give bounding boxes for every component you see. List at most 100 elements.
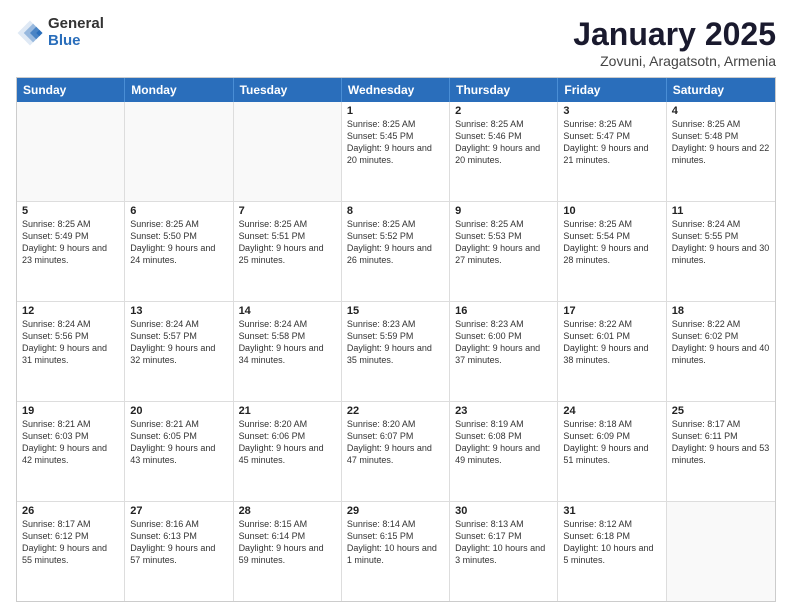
- cell-info: Sunrise: 8:14 AM Sunset: 6:15 PM Dayligh…: [347, 518, 444, 567]
- calendar-cell: 24Sunrise: 8:18 AM Sunset: 6:09 PM Dayli…: [558, 402, 666, 501]
- day-number: 9: [455, 205, 552, 217]
- day-number: 21: [239, 405, 336, 417]
- cell-info: Sunrise: 8:21 AM Sunset: 6:03 PM Dayligh…: [22, 418, 119, 467]
- calendar-cell: 16Sunrise: 8:23 AM Sunset: 6:00 PM Dayli…: [450, 302, 558, 401]
- day-number: 30: [455, 505, 552, 517]
- calendar-cell: 21Sunrise: 8:20 AM Sunset: 6:06 PM Dayli…: [234, 402, 342, 501]
- calendar-cell: 28Sunrise: 8:15 AM Sunset: 6:14 PM Dayli…: [234, 502, 342, 601]
- title-block: January 2025 Zovuni, Aragatsotn, Armenia: [573, 16, 776, 69]
- day-number: 3: [563, 105, 660, 117]
- calendar-cell: 2Sunrise: 8:25 AM Sunset: 5:46 PM Daylig…: [450, 102, 558, 201]
- logo-blue-text: Blue: [48, 33, 104, 50]
- day-number: 22: [347, 405, 444, 417]
- logo: General Blue: [16, 16, 104, 49]
- logo-general-text: General: [48, 16, 104, 33]
- calendar-row-5: 26Sunrise: 8:17 AM Sunset: 6:12 PM Dayli…: [17, 501, 775, 601]
- cell-info: Sunrise: 8:25 AM Sunset: 5:48 PM Dayligh…: [672, 118, 770, 167]
- day-number: 29: [347, 505, 444, 517]
- cell-info: Sunrise: 8:19 AM Sunset: 6:08 PM Dayligh…: [455, 418, 552, 467]
- day-number: 15: [347, 305, 444, 317]
- cell-info: Sunrise: 8:25 AM Sunset: 5:50 PM Dayligh…: [130, 218, 227, 267]
- cell-info: Sunrise: 8:15 AM Sunset: 6:14 PM Dayligh…: [239, 518, 336, 567]
- cell-info: Sunrise: 8:24 AM Sunset: 5:56 PM Dayligh…: [22, 318, 119, 367]
- calendar-row-1: 1Sunrise: 8:25 AM Sunset: 5:45 PM Daylig…: [17, 102, 775, 201]
- day-number: 5: [22, 205, 119, 217]
- day-number: 12: [22, 305, 119, 317]
- cell-info: Sunrise: 8:23 AM Sunset: 5:59 PM Dayligh…: [347, 318, 444, 367]
- cell-info: Sunrise: 8:25 AM Sunset: 5:52 PM Dayligh…: [347, 218, 444, 267]
- header: General Blue January 2025 Zovuni, Aragat…: [16, 16, 776, 69]
- day-number: 7: [239, 205, 336, 217]
- header-thursday: Thursday: [450, 78, 558, 102]
- day-number: 13: [130, 305, 227, 317]
- calendar-cell: 30Sunrise: 8:13 AM Sunset: 6:17 PM Dayli…: [450, 502, 558, 601]
- cell-info: Sunrise: 8:24 AM Sunset: 5:55 PM Dayligh…: [672, 218, 770, 267]
- calendar: Sunday Monday Tuesday Wednesday Thursday…: [16, 77, 776, 602]
- cell-info: Sunrise: 8:25 AM Sunset: 5:46 PM Dayligh…: [455, 118, 552, 167]
- calendar-cell: 18Sunrise: 8:22 AM Sunset: 6:02 PM Dayli…: [667, 302, 775, 401]
- calendar-cell: 29Sunrise: 8:14 AM Sunset: 6:15 PM Dayli…: [342, 502, 450, 601]
- day-number: 28: [239, 505, 336, 517]
- calendar-row-2: 5Sunrise: 8:25 AM Sunset: 5:49 PM Daylig…: [17, 201, 775, 301]
- cell-info: Sunrise: 8:22 AM Sunset: 6:01 PM Dayligh…: [563, 318, 660, 367]
- day-number: 8: [347, 205, 444, 217]
- day-number: 27: [130, 505, 227, 517]
- header-sunday: Sunday: [17, 78, 125, 102]
- cell-info: Sunrise: 8:20 AM Sunset: 6:06 PM Dayligh…: [239, 418, 336, 467]
- logo-icon: [16, 19, 44, 47]
- cell-info: Sunrise: 8:25 AM Sunset: 5:54 PM Dayligh…: [563, 218, 660, 267]
- day-number: 23: [455, 405, 552, 417]
- calendar-cell: 20Sunrise: 8:21 AM Sunset: 6:05 PM Dayli…: [125, 402, 233, 501]
- calendar-cell: 7Sunrise: 8:25 AM Sunset: 5:51 PM Daylig…: [234, 202, 342, 301]
- cell-info: Sunrise: 8:25 AM Sunset: 5:47 PM Dayligh…: [563, 118, 660, 167]
- cell-info: Sunrise: 8:20 AM Sunset: 6:07 PM Dayligh…: [347, 418, 444, 467]
- day-number: 26: [22, 505, 119, 517]
- day-number: 19: [22, 405, 119, 417]
- cell-info: Sunrise: 8:12 AM Sunset: 6:18 PM Dayligh…: [563, 518, 660, 567]
- calendar-cell: 22Sunrise: 8:20 AM Sunset: 6:07 PM Dayli…: [342, 402, 450, 501]
- cell-info: Sunrise: 8:25 AM Sunset: 5:53 PM Dayligh…: [455, 218, 552, 267]
- calendar-header: Sunday Monday Tuesday Wednesday Thursday…: [17, 78, 775, 102]
- cell-info: Sunrise: 8:24 AM Sunset: 5:58 PM Dayligh…: [239, 318, 336, 367]
- calendar-cell: 12Sunrise: 8:24 AM Sunset: 5:56 PM Dayli…: [17, 302, 125, 401]
- title-month: January 2025: [573, 16, 776, 53]
- calendar-cell: 17Sunrise: 8:22 AM Sunset: 6:01 PM Dayli…: [558, 302, 666, 401]
- calendar-cell: 15Sunrise: 8:23 AM Sunset: 5:59 PM Dayli…: [342, 302, 450, 401]
- calendar-cell: 23Sunrise: 8:19 AM Sunset: 6:08 PM Dayli…: [450, 402, 558, 501]
- calendar-cell: 19Sunrise: 8:21 AM Sunset: 6:03 PM Dayli…: [17, 402, 125, 501]
- logo-text: General Blue: [48, 16, 104, 49]
- cell-info: Sunrise: 8:25 AM Sunset: 5:45 PM Dayligh…: [347, 118, 444, 167]
- cell-info: Sunrise: 8:22 AM Sunset: 6:02 PM Dayligh…: [672, 318, 770, 367]
- calendar-cell: 1Sunrise: 8:25 AM Sunset: 5:45 PM Daylig…: [342, 102, 450, 201]
- calendar-cell: [125, 102, 233, 201]
- day-number: 1: [347, 105, 444, 117]
- cell-info: Sunrise: 8:24 AM Sunset: 5:57 PM Dayligh…: [130, 318, 227, 367]
- calendar-cell: 8Sunrise: 8:25 AM Sunset: 5:52 PM Daylig…: [342, 202, 450, 301]
- calendar-cell: 4Sunrise: 8:25 AM Sunset: 5:48 PM Daylig…: [667, 102, 775, 201]
- day-number: 18: [672, 305, 770, 317]
- calendar-cell: 9Sunrise: 8:25 AM Sunset: 5:53 PM Daylig…: [450, 202, 558, 301]
- calendar-cell: 5Sunrise: 8:25 AM Sunset: 5:49 PM Daylig…: [17, 202, 125, 301]
- cell-info: Sunrise: 8:23 AM Sunset: 6:00 PM Dayligh…: [455, 318, 552, 367]
- header-monday: Monday: [125, 78, 233, 102]
- calendar-cell: [234, 102, 342, 201]
- day-number: 10: [563, 205, 660, 217]
- header-saturday: Saturday: [667, 78, 775, 102]
- cell-info: Sunrise: 8:16 AM Sunset: 6:13 PM Dayligh…: [130, 518, 227, 567]
- calendar-cell: 3Sunrise: 8:25 AM Sunset: 5:47 PM Daylig…: [558, 102, 666, 201]
- calendar-cell: 10Sunrise: 8:25 AM Sunset: 5:54 PM Dayli…: [558, 202, 666, 301]
- day-number: 31: [563, 505, 660, 517]
- cell-info: Sunrise: 8:25 AM Sunset: 5:49 PM Dayligh…: [22, 218, 119, 267]
- header-friday: Friday: [558, 78, 666, 102]
- calendar-cell: 27Sunrise: 8:16 AM Sunset: 6:13 PM Dayli…: [125, 502, 233, 601]
- day-number: 24: [563, 405, 660, 417]
- calendar-cell: 11Sunrise: 8:24 AM Sunset: 5:55 PM Dayli…: [667, 202, 775, 301]
- page: General Blue January 2025 Zovuni, Aragat…: [0, 0, 792, 612]
- day-number: 14: [239, 305, 336, 317]
- day-number: 6: [130, 205, 227, 217]
- cell-info: Sunrise: 8:25 AM Sunset: 5:51 PM Dayligh…: [239, 218, 336, 267]
- calendar-row-3: 12Sunrise: 8:24 AM Sunset: 5:56 PM Dayli…: [17, 301, 775, 401]
- calendar-body: 1Sunrise: 8:25 AM Sunset: 5:45 PM Daylig…: [17, 102, 775, 601]
- calendar-cell: [17, 102, 125, 201]
- day-number: 20: [130, 405, 227, 417]
